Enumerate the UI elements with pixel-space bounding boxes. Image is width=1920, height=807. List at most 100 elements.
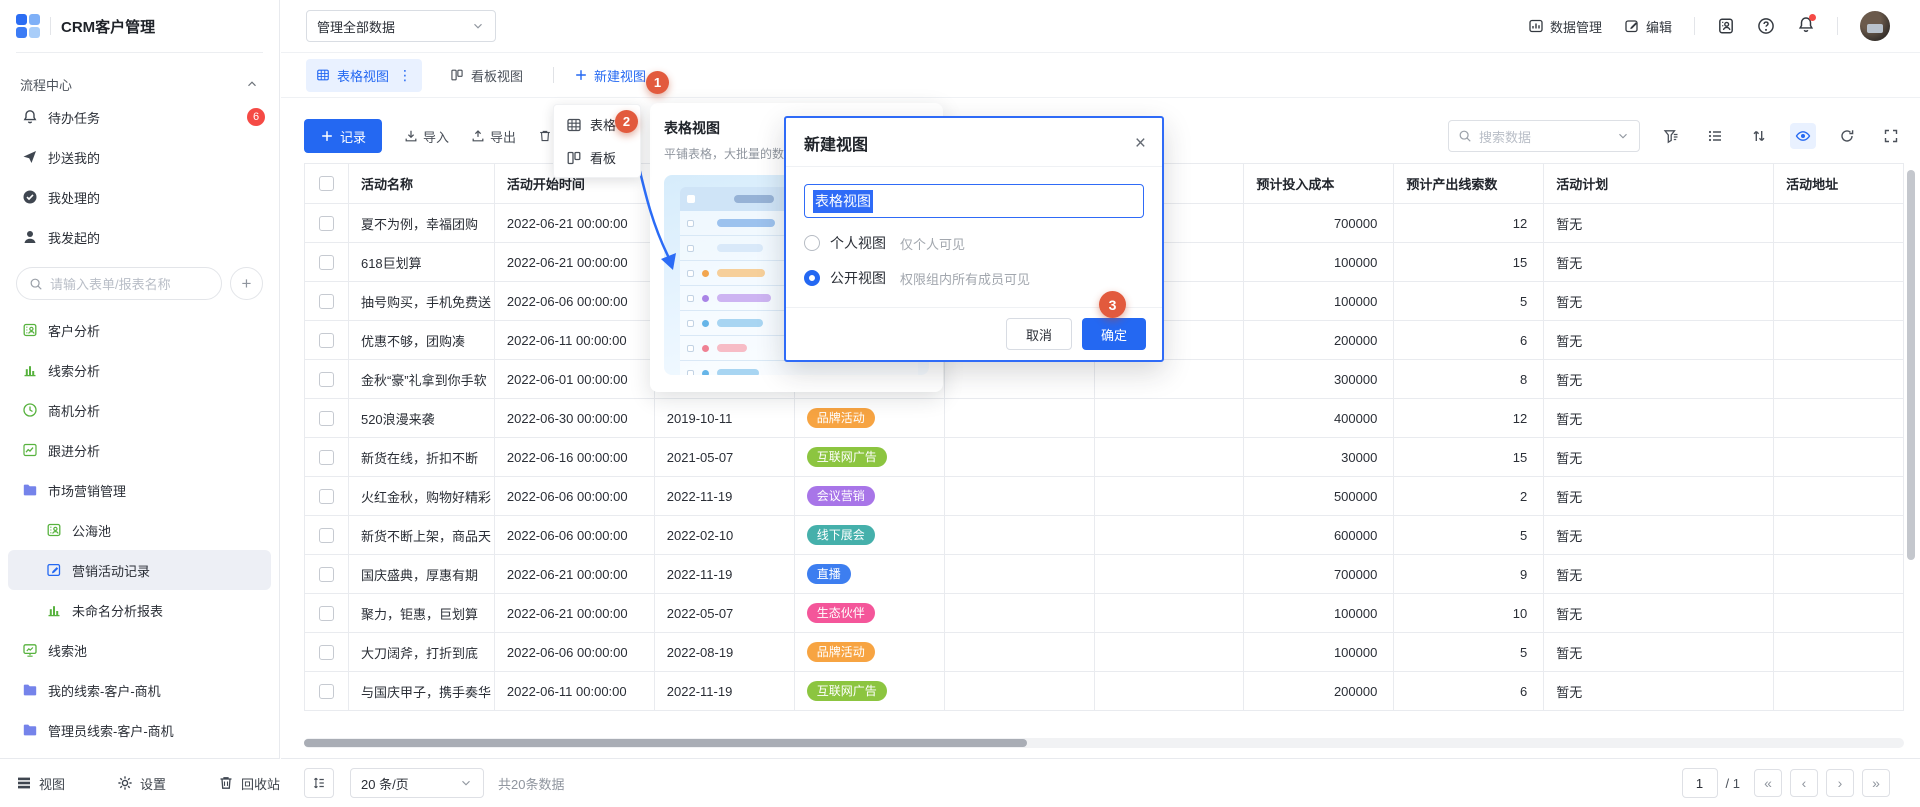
help-icon[interactable] bbox=[1757, 17, 1775, 35]
radio-public-view[interactable]: 公开视图 权限组内所有成员可见 bbox=[804, 268, 1144, 288]
cell-select[interactable] bbox=[305, 633, 349, 672]
cell-select[interactable] bbox=[305, 672, 349, 711]
sidebar-item-lead-analysis[interactable]: 线索分析 bbox=[0, 350, 279, 390]
table-row[interactable]: 大刀阔斧，打折到底2022-06-06 00:00:002022-08-19品牌… bbox=[305, 633, 1904, 672]
select-all-checkbox[interactable] bbox=[319, 176, 334, 191]
group-list-icon[interactable] bbox=[1702, 123, 1728, 149]
filter-icon[interactable] bbox=[1658, 123, 1684, 149]
data-manage-button[interactable]: 数据管理 bbox=[1528, 17, 1602, 36]
row-checkbox[interactable] bbox=[319, 333, 334, 348]
sidebar-item-cc-to-me[interactable]: 抄送我的 bbox=[0, 137, 279, 177]
column-header-select[interactable] bbox=[305, 164, 349, 204]
table-row[interactable]: 金秋“豪”礼拿到你手软2022-06-01 00:00:003000008暂无 bbox=[305, 360, 1904, 399]
sort-icon[interactable] bbox=[1746, 123, 1772, 149]
scrollbar-thumb[interactable] bbox=[304, 739, 1027, 747]
cell-select[interactable] bbox=[305, 204, 349, 243]
sidebar-item-initiated-by-me[interactable]: 我发起的 bbox=[0, 217, 279, 257]
radio-checked-icon[interactable] bbox=[804, 270, 820, 286]
cell-select[interactable] bbox=[305, 555, 349, 594]
table-row[interactable]: 新货不断上架，商品天2022-06-06 00:00:002022-02-10线… bbox=[305, 516, 1904, 555]
new-view-button[interactable]: 新建视图 bbox=[574, 66, 646, 85]
footer-item-recycle-bin[interactable]: 回收站 bbox=[218, 774, 280, 793]
table-row[interactable]: 520浪漫来袭2022-06-30 00:00:002019-10-11品牌活动… bbox=[305, 399, 1904, 438]
table-row[interactable]: 国庆盛典，厚惠有期2022-06-21 00:00:002022-11-19直播… bbox=[305, 555, 1904, 594]
sidebar-section-process-center[interactable]: 流程中心 bbox=[0, 71, 279, 97]
sidebar-item-todo-tasks[interactable]: 待办任务6 bbox=[0, 97, 279, 137]
table-row[interactable]: 与国庆甲子，携手奏华2022-06-11 00:00:002022-11-19互… bbox=[305, 672, 1904, 711]
chevron-up-icon[interactable] bbox=[245, 77, 259, 91]
user-avatar[interactable] bbox=[1860, 11, 1890, 41]
close-icon[interactable]: × bbox=[1135, 134, 1146, 153]
contacts-icon[interactable] bbox=[1717, 17, 1735, 35]
prev-page-button[interactable]: ‹ bbox=[1790, 769, 1818, 797]
radio-personal-view[interactable]: 个人视图 仅个人可见 bbox=[804, 233, 1144, 253]
sidebar-item-handled-by-me[interactable]: 我处理的 bbox=[0, 177, 279, 217]
cell-select[interactable] bbox=[305, 438, 349, 477]
cell-select[interactable] bbox=[305, 321, 349, 360]
edit-button[interactable]: 编辑 bbox=[1624, 17, 1672, 36]
table-row[interactable]: 聚力，钜惠，巨划算2022-06-21 00:00:002022-05-07生态… bbox=[305, 594, 1904, 633]
cancel-button[interactable]: 取消 bbox=[1006, 318, 1072, 350]
sidebar-item-marketing-activity-records[interactable]: 营销活动记录 bbox=[8, 550, 271, 590]
refresh-icon[interactable] bbox=[1834, 123, 1860, 149]
row-checkbox[interactable] bbox=[319, 372, 334, 387]
row-checkbox[interactable] bbox=[319, 294, 334, 309]
footer-item-settings[interactable]: 设置 bbox=[117, 774, 166, 793]
page-size-select[interactable]: 20 条/页 bbox=[350, 768, 484, 798]
tab-options-icon[interactable]: ⋮ bbox=[398, 67, 412, 84]
cell-select[interactable] bbox=[305, 399, 349, 438]
cell-select[interactable] bbox=[305, 243, 349, 282]
table-search-input[interactable]: 搜索数据 bbox=[1448, 120, 1640, 152]
row-checkbox[interactable] bbox=[319, 684, 334, 699]
row-checkbox[interactable] bbox=[319, 216, 334, 231]
sidebar-item-followup-analysis[interactable]: 跟进分析 bbox=[0, 430, 279, 470]
radio-unchecked-icon[interactable] bbox=[804, 235, 820, 251]
fullscreen-icon[interactable] bbox=[1878, 123, 1904, 149]
table-row[interactable]: 新货在线，折扣不断2022-06-16 00:00:002021-05-07互联… bbox=[305, 438, 1904, 477]
row-checkbox[interactable] bbox=[319, 528, 334, 543]
tab-table-view[interactable]: 表格视图 ⋮ bbox=[306, 59, 422, 92]
import-button[interactable]: 导入 bbox=[404, 127, 449, 146]
page-number-input[interactable]: 1 bbox=[1682, 768, 1718, 798]
add-record-button[interactable]: 记录 bbox=[304, 119, 382, 153]
tab-board-view[interactable]: 看板视图 bbox=[440, 59, 533, 92]
row-checkbox[interactable] bbox=[319, 411, 334, 426]
table-row[interactable]: 火红金秋，购物好精彩2022-06-06 00:00:002022-11-19会… bbox=[305, 477, 1904, 516]
sidebar-item-lead-pool[interactable]: 线索池 bbox=[0, 630, 279, 670]
next-page-button[interactable]: › bbox=[1826, 769, 1854, 797]
sidebar-item-opportunity-analysis[interactable]: 商机分析 bbox=[0, 390, 279, 430]
view-name-input[interactable]: 表格视图 bbox=[804, 184, 1144, 218]
sidebar-search-input[interactable]: 请输入表单/报表名称 bbox=[16, 267, 222, 300]
notification-bell[interactable] bbox=[1797, 16, 1815, 37]
cell-select[interactable] bbox=[305, 477, 349, 516]
sidebar-item-my-leads-customers-opportunities[interactable]: 我的线索-客户-商机 bbox=[0, 670, 279, 710]
sidebar-item-public-sea-pool[interactable]: 公海池 bbox=[0, 510, 279, 550]
sidebar-item-customer-analysis[interactable]: 客户分析 bbox=[0, 310, 279, 350]
vertical-scrollbar[interactable] bbox=[1907, 170, 1915, 560]
chevron-down-icon[interactable] bbox=[1616, 129, 1630, 143]
confirm-button[interactable]: 确定 bbox=[1082, 318, 1146, 350]
cell-select[interactable] bbox=[305, 360, 349, 399]
row-checkbox[interactable] bbox=[319, 450, 334, 465]
cell-select[interactable] bbox=[305, 516, 349, 555]
sidebar-item-marketing-management[interactable]: 市场营销管理 bbox=[0, 470, 279, 510]
sidebar-item-admin-leads-customers-opportunities[interactable]: 管理员线索-客户-商机 bbox=[0, 710, 279, 750]
menu-item-board[interactable]: 看板 bbox=[554, 141, 640, 174]
row-checkbox[interactable] bbox=[319, 645, 334, 660]
first-page-button[interactable]: « bbox=[1754, 769, 1782, 797]
cell-select[interactable] bbox=[305, 282, 349, 321]
visibility-eye-icon[interactable] bbox=[1790, 123, 1816, 149]
add-form-button[interactable]: + bbox=[230, 267, 263, 300]
row-checkbox[interactable] bbox=[319, 606, 334, 621]
export-button[interactable]: 导出 bbox=[471, 127, 516, 146]
row-checkbox[interactable] bbox=[319, 567, 334, 582]
sidebar-item-unnamed-analysis-report[interactable]: 未命名分析报表 bbox=[0, 590, 279, 630]
data-scope-select[interactable]: 管理全部数据 bbox=[306, 10, 496, 42]
footer-item-views[interactable]: 视图 bbox=[16, 774, 65, 793]
row-checkbox[interactable] bbox=[319, 255, 334, 270]
horizontal-scrollbar[interactable] bbox=[304, 738, 1904, 748]
row-checkbox[interactable] bbox=[319, 489, 334, 504]
row-height-button[interactable] bbox=[304, 768, 334, 798]
cell-select[interactable] bbox=[305, 594, 349, 633]
last-page-button[interactable]: » bbox=[1862, 769, 1890, 797]
